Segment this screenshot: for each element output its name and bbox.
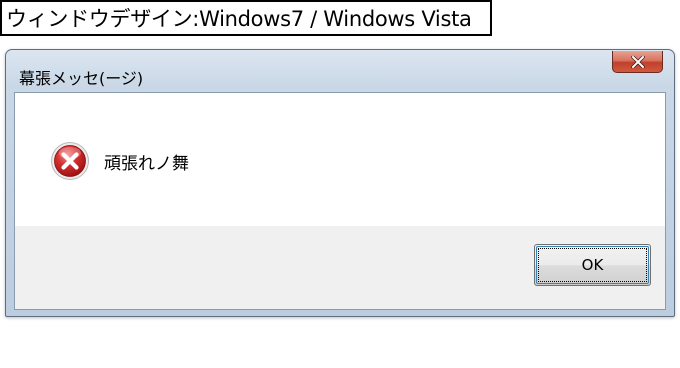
message-text: 頑張れノ舞 — [104, 154, 189, 174]
error-icon — [51, 142, 89, 180]
dialog-client-area: 頑張れノ舞 OK — [14, 92, 666, 310]
message-area: 頑張れノ舞 — [15, 93, 665, 226]
button-area: OK — [15, 226, 665, 309]
window-title: 幕張メッセ(ージ) — [19, 69, 144, 88]
ok-button-label: OK — [581, 256, 604, 274]
design-caption: ウィンドウデザイン:Windows7 / Windows Vista — [0, 0, 492, 36]
close-button[interactable] — [612, 51, 663, 73]
close-icon — [630, 55, 645, 68]
design-caption-text: ウィンドウデザイン:Windows7 / Windows Vista — [6, 7, 472, 31]
ok-button[interactable]: OK — [534, 244, 651, 286]
page: ウィンドウデザイン:Windows7 / Windows Vista 幕張メッセ… — [0, 0, 680, 368]
message-box-window: 幕張メッセ(ージ) 頑張れノ舞 OK — [5, 49, 675, 317]
title-bar[interactable]: 幕張メッセ(ージ) — [6, 50, 674, 90]
